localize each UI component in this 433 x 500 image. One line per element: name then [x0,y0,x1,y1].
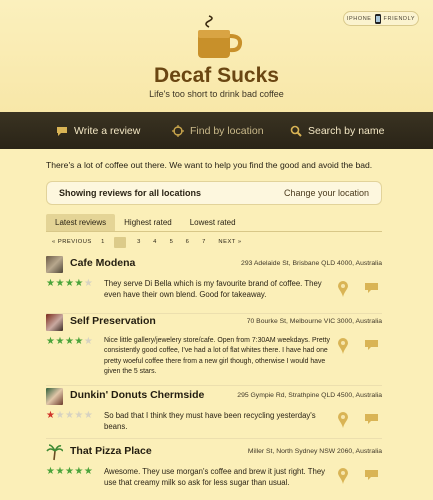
location-filter: Showing reviews for all locations Change… [46,181,382,205]
shop-address: Miller St, North Sydney NSW 2060, Austra… [247,448,382,455]
star-rating: ★★★★★ [46,336,93,347]
review-tabs: Latest reviews Highest rated Lowest rate… [46,214,382,232]
pager-previous[interactable]: « PREVIOUS [52,239,98,245]
review-item: Cafe Modena 293 Adelaide St, Brisbane QL… [46,256,382,314]
star-filled-icon: ★ [55,466,65,477]
review-text: So bad that I think they must have been … [104,411,316,432]
nav-find-by-location-label: Find by location [190,124,264,137]
star-empty-icon: ★ [83,336,94,347]
badge-label-right: FRIENDLY [383,15,416,22]
star-filled-icon: ★ [64,466,75,477]
map-pin-icon[interactable] [338,281,348,297]
map-pin-icon[interactable] [338,412,348,428]
intro-text: There's a lot of coffee out there. We wa… [46,160,373,170]
pager-page-6[interactable]: 6 [180,239,195,245]
shop-address: 293 Adelaide St, Brisbane QLD 4000, Aust… [241,260,382,267]
shop-name[interactable]: Cafe Modena [70,257,135,269]
shop-name[interactable]: That Pizza Place [70,445,152,457]
badge-label-left: IPHONE [346,15,372,22]
nav-search-by-name-label: Search by name [308,124,385,137]
review-text: Nice little gallery/jewelery store/cafe.… [104,337,330,376]
star-filled-icon: ★ [83,466,94,477]
iphone-friendly-badge[interactable]: IPHONE FRIENDLY [343,11,419,26]
star-empty-icon: ★ [74,410,84,421]
iphone-icon [374,13,381,24]
coffee-cup-logo-icon [198,15,243,58]
main-nav: Write a review Find by location Search b… [0,112,433,149]
avatar [46,388,63,405]
review-item: Self Preservation 70 Bourke St, Melbourn… [46,314,382,386]
pagination: « PREVIOUS 1 3 4 5 6 7 NEXT » [52,236,247,248]
star-empty-icon: ★ [64,410,75,421]
star-filled-icon: ★ [74,336,84,347]
pager-page-7[interactable]: 7 [195,239,213,245]
comment-bubble-icon[interactable] [365,283,378,294]
tab-latest-reviews[interactable]: Latest reviews [46,214,116,231]
tab-lowest-rated[interactable]: Lowest rated [181,214,245,231]
star-filled-icon: ★ [64,278,75,289]
star-empty-icon: ★ [83,410,94,421]
review-text: Awesome. They use morgan's coffee and br… [104,467,326,488]
tab-highest-rated[interactable]: Highest rated [115,214,181,231]
star-filled-icon: ★ [55,336,65,347]
nav-write-review[interactable]: Write a review [56,112,140,149]
review-item: That Pizza Place Miller St, North Sydney… [46,444,382,498]
crosshair-icon [172,124,184,137]
star-rating: ★★★★★ [46,466,93,477]
nav-find-by-location[interactable]: Find by location [172,112,264,149]
nav-write-review-label: Write a review [74,124,141,137]
star-filled-icon: ★ [74,466,84,477]
star-filled-icon: ★ [74,278,84,289]
site-title[interactable]: Decaf Sucks [0,64,433,88]
avatar [46,314,63,331]
nav-search-by-name[interactable]: Search by name [290,112,384,149]
site-tagline: Life's too short to drink bad coffee [149,89,284,99]
star-filled-icon: ★ [55,278,65,289]
pager-page-1[interactable]: 1 [98,239,108,245]
comment-bubble-icon[interactable] [365,414,378,425]
review-text: They serve Di Bella which is my favourit… [104,279,322,300]
pager-page-4[interactable]: 4 [147,239,163,245]
avatar [46,444,64,461]
pager-page-5[interactable]: 5 [163,239,180,245]
star-filled-icon: ★ [64,336,75,347]
pager-page-3[interactable]: 3 [131,239,147,245]
star-rating: ★★★★★ [46,278,93,289]
site-header: IPHONE FRIENDLY Decaf Sucks Life's too s… [0,0,433,112]
speech-bubble-icon [57,126,67,136]
star-empty-icon: ★ [83,278,94,289]
comment-bubble-icon[interactable] [365,470,378,481]
location-status: Showing reviews for all locations [59,188,202,198]
map-pin-icon[interactable] [338,468,348,484]
palm-tree-icon [46,444,64,461]
avatar [46,256,63,273]
star-empty-icon: ★ [55,410,65,421]
shop-name[interactable]: Self Preservation [70,315,156,327]
pager-next[interactable]: NEXT » [213,239,247,245]
map-pin-icon[interactable] [338,338,348,354]
pager-page-2-current [114,236,126,248]
star-rating: ★★★★★ [46,410,93,421]
shop-address: 70 Bourke St, Melbourne VIC 3000, Austra… [246,318,382,325]
review-item: Dunkin' Donuts Chermside 295 Gympie Rd, … [46,388,382,439]
comment-bubble-icon[interactable] [365,340,378,351]
shop-address: 295 Gympie Rd, Strathpine QLD 4500, Aust… [237,392,382,399]
search-icon [290,125,302,137]
shop-name[interactable]: Dunkin' Donuts Chermside [70,389,204,401]
change-location-link[interactable]: Change your location [284,188,369,198]
